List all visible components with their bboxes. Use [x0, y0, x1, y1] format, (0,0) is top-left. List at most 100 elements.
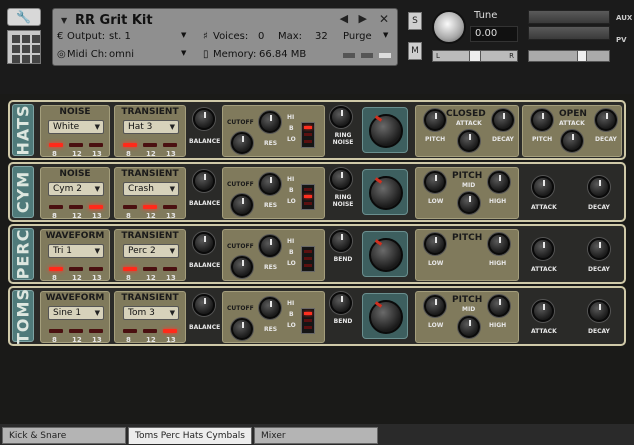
cym-source-select[interactable]: Cym 2 [48, 182, 104, 196]
slot-number: 13 [166, 150, 176, 158]
toms-pitch-mid-knob[interactable] [458, 316, 480, 338]
hats-source-select[interactable]: White [48, 120, 104, 134]
instrument-header: 🔧 ▼ RR Grit Kit ◀ ▶ ✕ € Output: st. 1 ▼ … [0, 0, 634, 94]
cym-filter-mode-switch[interactable] [301, 184, 315, 210]
perc-modulation-knob[interactable] [330, 230, 352, 252]
cym-section: CYM NOISE Cym 2 8 12 13 TRANSIENT Crash 8 12 13 BAL… [8, 162, 626, 222]
collapse-arrow-icon[interactable]: ▼ [61, 16, 67, 25]
purge-button[interactable]: Purge [343, 31, 372, 42]
hats-filter-mode-switch[interactable] [301, 122, 315, 148]
toms-attack-knob[interactable] [532, 300, 554, 322]
cym-attack-knob[interactable] [532, 176, 554, 198]
perc-filter-mode-led [304, 257, 312, 260]
toms-section: TOMS WAVEFORM Sine 1 8 12 13 TRANSIENT Tom 3 8 12… [8, 286, 626, 346]
tab-mixer[interactable]: Mixer [254, 427, 378, 444]
perc-transient-title: TRANSIENT [121, 231, 179, 241]
level-meter-right [528, 26, 610, 40]
perc-b-label: B [289, 249, 294, 256]
voices-icon: ♯ [203, 31, 208, 42]
solo-button[interactable]: S [408, 12, 422, 30]
tune-value[interactable]: 0.00 [470, 26, 518, 42]
midi-dropdown-icon[interactable]: ▼ [181, 49, 186, 57]
hats-closed-decay-knob[interactable] [492, 109, 514, 131]
hats-cutoff-knob[interactable] [231, 132, 253, 154]
hats-balance-knob[interactable] [193, 108, 215, 130]
cym-pitch-high-knob[interactable] [488, 171, 510, 193]
tab-kick-snare[interactable]: Kick & Snare [2, 427, 126, 444]
pan-handle[interactable] [469, 50, 481, 62]
hats-closed-attack-knob[interactable] [458, 130, 480, 152]
mute-button[interactable]: M [408, 42, 422, 60]
tab-toms-perc-hats-cymbals[interactable]: Toms Perc Hats Cymbals [128, 427, 252, 444]
perc-transient-slot-numbers: 8 12 13 [119, 274, 181, 283]
perc-filter-mode-switch[interactable] [301, 246, 315, 272]
perc-resonance-knob[interactable] [259, 235, 281, 257]
perc-filter-box: CUTOFF RES HI B LO [222, 229, 325, 281]
toms-cutoff-knob[interactable] [231, 318, 253, 340]
slot-number: 8 [126, 274, 131, 282]
perc-transient-led-indicators [119, 267, 181, 272]
purge-dropdown-icon[interactable]: ▼ [383, 31, 388, 39]
aux-button[interactable]: AUX [616, 14, 632, 22]
perc-decay-knob[interactable] [588, 238, 610, 260]
cym-balance-knob[interactable] [193, 170, 215, 192]
output-dropdown-icon[interactable]: ▼ [181, 31, 186, 39]
level-meter-left [528, 10, 610, 24]
toms-pitch-low-knob[interactable] [424, 295, 446, 317]
cym-cutoff-knob[interactable] [231, 194, 253, 216]
cym-transient-select[interactable]: Crash [123, 182, 179, 196]
hats-open-decay-knob[interactable] [595, 109, 617, 131]
perc-transient-select[interactable]: Perc 2 [123, 244, 179, 258]
cym-amp-knob[interactable] [369, 176, 403, 210]
toms-transient-led [123, 329, 137, 333]
cym-modulation-knob[interactable] [330, 168, 352, 190]
toms-modulation-knob[interactable] [330, 292, 352, 314]
perc-amp-knob[interactable] [369, 238, 403, 272]
perc-pitch-low-knob[interactable] [424, 233, 446, 255]
wrench-logo-button[interactable]: 🔧 [7, 8, 41, 26]
tab-bar: Kick & Snare Toms Perc Hats Cymbals Mixe… [0, 424, 634, 445]
cym-pitch-low-knob[interactable] [424, 171, 446, 193]
hats-open-pitch-knob[interactable] [531, 109, 553, 131]
toms-source-select[interactable]: Sine 1 [48, 306, 104, 320]
pv-button[interactable]: PV [616, 36, 627, 44]
hats-closed-pitch-knob[interactable] [424, 109, 446, 131]
toms-resonance-knob[interactable] [259, 297, 281, 319]
toms-filter-mode-switch[interactable] [301, 308, 315, 334]
hats-modulation-knob[interactable] [330, 106, 352, 128]
prev-next-arrows[interactable]: ◀ ▶ [340, 12, 367, 25]
perc-source-select[interactable]: Tri 1 [48, 244, 104, 258]
wrench-icon: 🔧 [16, 10, 31, 24]
toms-balance-knob[interactable] [193, 294, 215, 316]
toms-amp-knob[interactable] [369, 300, 403, 334]
cym-decay-knob[interactable] [588, 176, 610, 198]
max-voices-input[interactable]: 32 [315, 31, 328, 42]
pan-slider[interactable]: L R [432, 50, 518, 62]
close-icon[interactable]: ✕ [379, 12, 389, 26]
output-select[interactable]: st. 1 [109, 31, 131, 42]
hats-resonance-knob[interactable] [259, 111, 281, 133]
perc-section-tag: PERC [12, 228, 34, 280]
toms-transient-select[interactable]: Tom 3 [123, 306, 179, 320]
memory-icon: ▯ [203, 49, 209, 60]
perc-balance-knob[interactable] [193, 232, 215, 254]
cym-cutoff-label: CUTOFF [227, 181, 254, 188]
perc-filter-mode-led [304, 250, 312, 253]
volume-slider[interactable] [528, 50, 610, 62]
midi-channel-select[interactable]: omni [109, 49, 134, 60]
slot-number: 12 [72, 212, 82, 220]
hats-open-attack-knob[interactable] [561, 130, 583, 152]
perc-attack-knob[interactable] [532, 238, 554, 260]
toms-amp-knob-panel [362, 293, 408, 339]
cym-resonance-knob[interactable] [259, 173, 281, 195]
toms-decay-knob[interactable] [588, 300, 610, 322]
cym-pitch-mid-knob[interactable] [458, 192, 480, 214]
volume-handle[interactable] [577, 50, 587, 62]
hats-transient-select[interactable]: Hat 3 [123, 120, 179, 134]
tune-knob[interactable] [432, 10, 466, 44]
perc-section: PERC WAVEFORM Tri 1 8 12 13 TRANSIENT Perc 2 8 12… [8, 224, 626, 284]
perc-pitch-high-knob[interactable] [488, 233, 510, 255]
perc-cutoff-knob[interactable] [231, 256, 253, 278]
hats-amp-knob[interactable] [369, 114, 403, 148]
toms-pitch-high-knob[interactable] [488, 295, 510, 317]
